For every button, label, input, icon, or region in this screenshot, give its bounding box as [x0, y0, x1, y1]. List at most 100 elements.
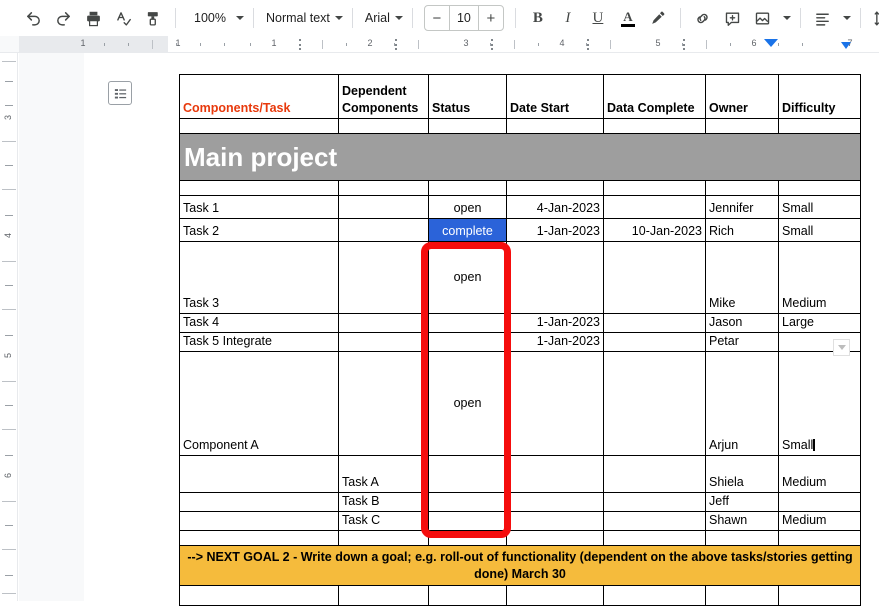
redo-icon[interactable] — [49, 4, 77, 32]
cell-status[interactable] — [429, 333, 507, 352]
cell-status-selected[interactable]: complete — [429, 219, 507, 242]
table-cell[interactable] — [706, 119, 779, 134]
cell-status[interactable]: open — [429, 242, 507, 314]
link-icon[interactable] — [689, 4, 717, 32]
line-spacing-icon[interactable] — [869, 4, 879, 32]
cell-owner[interactable]: Jennifer — [706, 196, 779, 219]
cell-data-complete[interactable] — [604, 352, 706, 456]
project-tracking-table[interactable]: Components/Task Dependent Components Sta… — [179, 74, 861, 606]
goal-banner-cell[interactable]: --> NEXT GOAL 2 - Write down a goal; e.g… — [180, 546, 861, 586]
cell-owner[interactable]: Jeff — [706, 493, 779, 512]
table-cell[interactable] — [706, 181, 779, 196]
table-cell[interactable] — [429, 586, 507, 606]
paint-format-icon[interactable] — [139, 4, 167, 32]
table-cell[interactable] — [429, 531, 507, 546]
table-cell[interactable] — [779, 181, 861, 196]
cell-task[interactable] — [180, 456, 339, 493]
header-cell-data-complete[interactable]: Data Complete — [604, 75, 706, 119]
chevron-down-icon[interactable] — [783, 16, 791, 20]
table-cell[interactable] — [604, 586, 706, 606]
italic-button[interactable]: I — [554, 4, 582, 32]
cell-status[interactable] — [429, 493, 507, 512]
table-cell[interactable] — [429, 119, 507, 134]
font-size-increase-button[interactable]: + — [479, 6, 503, 30]
ruler-tab-stop[interactable] — [299, 39, 301, 50]
ruler-tab-stop[interactable] — [683, 39, 685, 50]
cell-dependent[interactable]: Task B — [339, 493, 429, 512]
table-cell[interactable] — [706, 531, 779, 546]
highlight-icon[interactable] — [644, 4, 672, 32]
cell-data-complete[interactable] — [604, 242, 706, 314]
table-cell[interactable] — [339, 181, 429, 196]
ruler-tab-stop[interactable] — [587, 39, 589, 50]
ruler-tab-stop[interactable] — [491, 39, 493, 50]
vertical-ruler[interactable]: 3 4 5 6 — [0, 53, 18, 601]
table-cell[interactable] — [779, 531, 861, 546]
cell-data-complete[interactable] — [604, 512, 706, 531]
bold-button[interactable]: B — [524, 4, 552, 32]
table-cell[interactable] — [779, 586, 861, 606]
table-cell[interactable] — [180, 586, 339, 606]
cell-difficulty[interactable]: Medium — [779, 242, 861, 314]
cell-owner[interactable]: Mike — [706, 242, 779, 314]
cell-date-start[interactable]: 1-Jan-2023 — [507, 314, 604, 333]
zoom-selector[interactable]: 100% — [189, 11, 246, 25]
cell-data-complete[interactable] — [604, 456, 706, 493]
table-cell[interactable] — [604, 119, 706, 134]
cell-dependent[interactable] — [339, 314, 429, 333]
cell-difficulty[interactable]: Small — [779, 196, 861, 219]
cell-difficulty[interactable]: Small — [779, 352, 861, 456]
cell-date-start[interactable] — [507, 242, 604, 314]
cell-task[interactable] — [180, 512, 339, 531]
cell-dependent[interactable] — [339, 352, 429, 456]
document-outline-icon[interactable] — [108, 81, 132, 105]
table-cell[interactable] — [507, 181, 604, 196]
comment-icon[interactable] — [719, 4, 747, 32]
cell-difficulty[interactable] — [779, 493, 861, 512]
undo-icon[interactable] — [19, 4, 47, 32]
cell-dependent[interactable] — [339, 333, 429, 352]
cell-data-complete[interactable]: 10-Jan-2023 — [604, 219, 706, 242]
first-line-indent-marker[interactable] — [764, 39, 778, 47]
cell-difficulty[interactable]: Medium — [779, 512, 861, 531]
cell-date-start[interactable] — [507, 352, 604, 456]
cell-dependent[interactable] — [339, 219, 429, 242]
cell-date-start[interactable] — [507, 493, 604, 512]
cell-data-complete[interactable] — [604, 493, 706, 512]
cell-date-start[interactable] — [507, 512, 604, 531]
underline-button[interactable]: U — [584, 4, 612, 32]
cell-task[interactable] — [180, 493, 339, 512]
cell-status[interactable]: open — [429, 196, 507, 219]
cell-difficulty[interactable]: Large — [779, 314, 861, 333]
cell-owner[interactable]: Arjun — [706, 352, 779, 456]
table-cell[interactable] — [339, 119, 429, 134]
cell-date-start[interactable]: 1-Jan-2023 — [507, 219, 604, 242]
cell-task[interactable]: Component A — [180, 352, 339, 456]
font-size-decrease-button[interactable]: − — [425, 6, 449, 30]
chevron-down-icon[interactable] — [843, 16, 851, 20]
cell-dependent[interactable] — [339, 196, 429, 219]
spellcheck-icon[interactable] — [109, 4, 137, 32]
ruler-tab-stop[interactable] — [395, 39, 397, 50]
cell-difficulty[interactable]: Small — [779, 219, 861, 242]
cell-dependent[interactable]: Task A — [339, 456, 429, 493]
cell-task[interactable]: Task 1 — [180, 196, 339, 219]
font-size-stepper[interactable]: − 10 + — [424, 5, 504, 31]
cell-owner[interactable]: Jason — [706, 314, 779, 333]
cell-data-complete[interactable] — [604, 333, 706, 352]
table-cell[interactable] — [706, 586, 779, 606]
cell-difficulty[interactable]: Medium — [779, 456, 861, 493]
cell-task[interactable]: Task 4 — [180, 314, 339, 333]
cell-owner[interactable]: Petar — [706, 333, 779, 352]
chevron-down-icon[interactable] — [833, 339, 850, 356]
cell-task[interactable]: Task 5 Integrate — [180, 333, 339, 352]
font-size-input[interactable]: 10 — [449, 6, 479, 30]
header-cell-owner[interactable]: Owner — [706, 75, 779, 119]
header-cell-difficulty[interactable]: Difficulty — [779, 75, 861, 119]
cell-status[interactable] — [429, 512, 507, 531]
cell-owner[interactable]: Shawn — [706, 512, 779, 531]
font-family-selector[interactable]: Arial — [360, 11, 405, 25]
cell-owner[interactable]: Shiela — [706, 456, 779, 493]
align-icon[interactable] — [809, 4, 837, 32]
table-cell[interactable] — [507, 119, 604, 134]
